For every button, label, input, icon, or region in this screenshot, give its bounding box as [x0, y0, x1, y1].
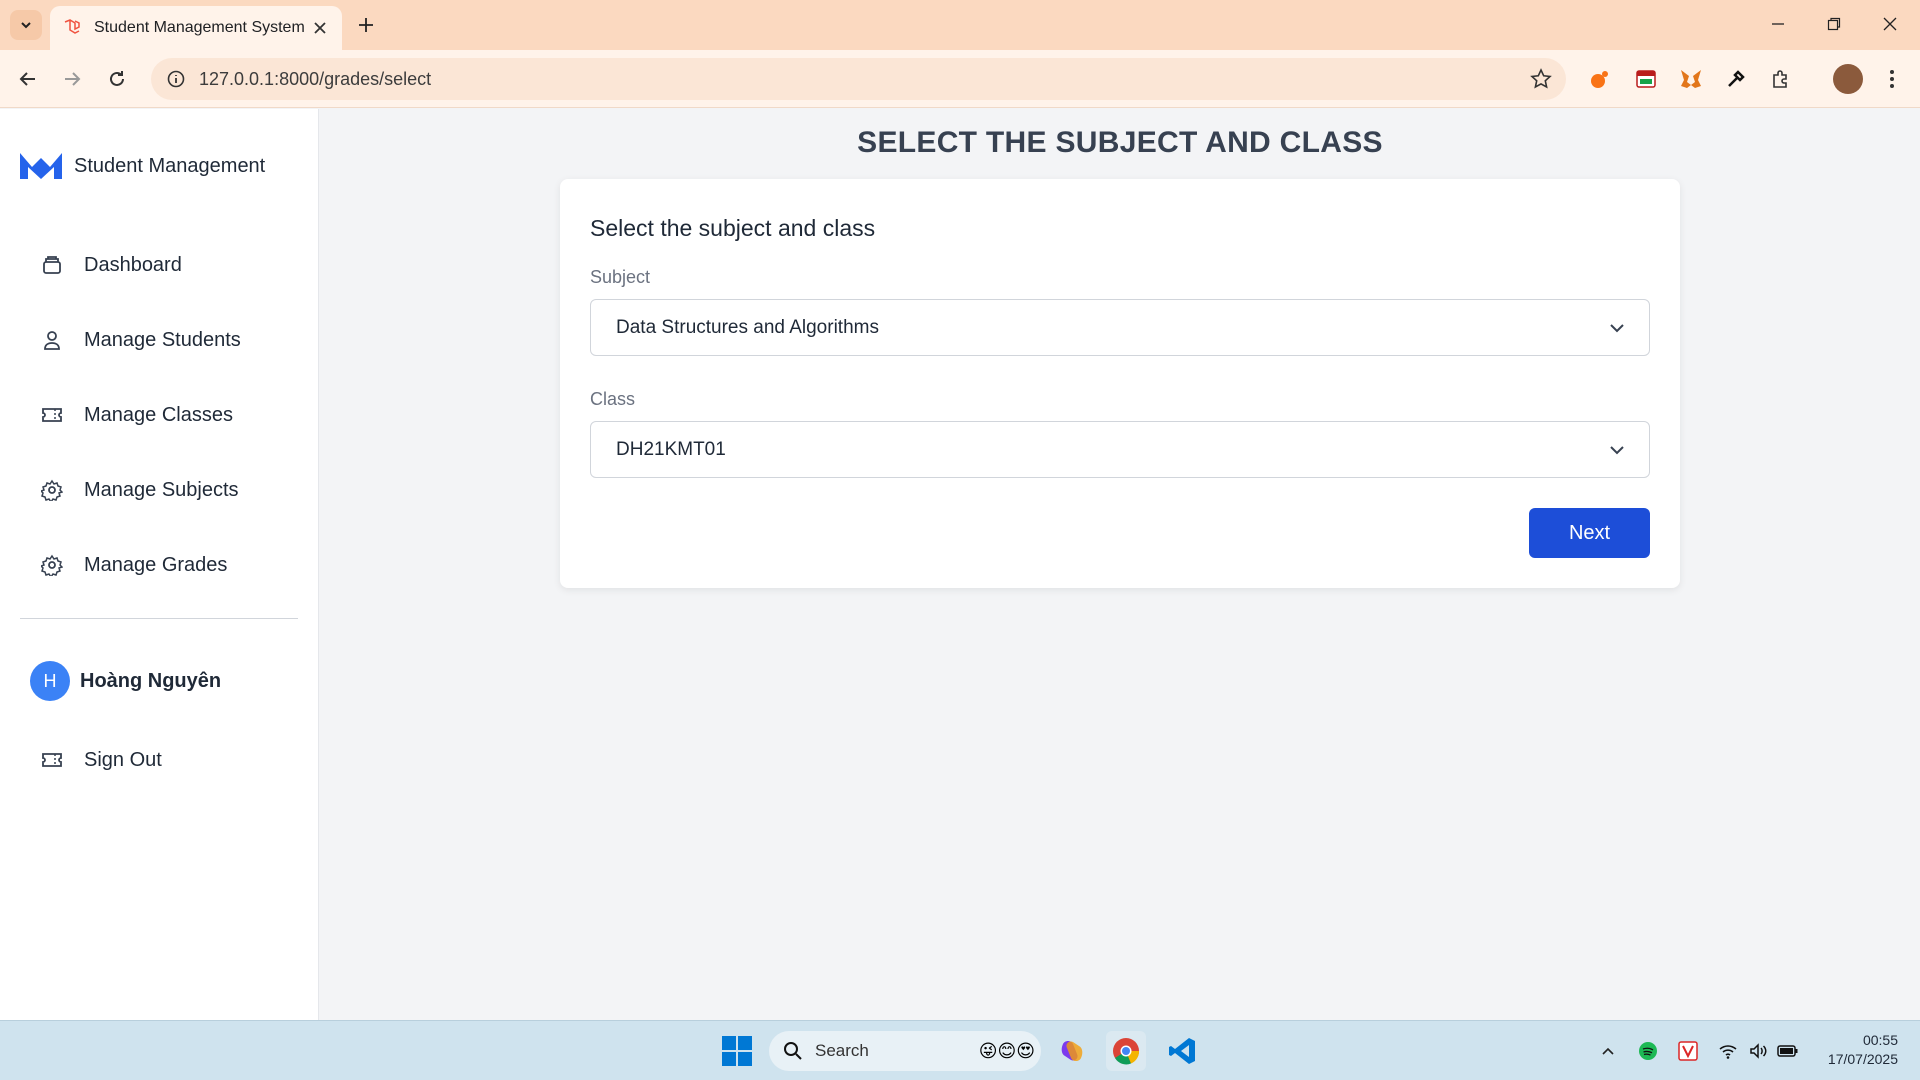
sidebar-item-manage-students[interactable]: Manage Students — [40, 320, 241, 360]
sign-out-label: Sign Out — [84, 748, 162, 771]
select-form-card: Select the subject and class Subject Dat… — [560, 179, 1680, 588]
taskbar-search-label: Search — [815, 1041, 869, 1060]
clock-date: 17/07/2025 — [1827, 1051, 1898, 1067]
next-button[interactable]: Next — [1529, 508, 1650, 558]
tray-overflow-chevron-icon[interactable] — [1596, 1039, 1620, 1063]
browser-menu-icon[interactable] — [1878, 65, 1906, 93]
emoji-decoration-icon: 😜😊😍 — [978, 1040, 1035, 1061]
restore-button[interactable] — [1814, 8, 1854, 40]
dashboard-icon — [40, 253, 64, 277]
taskbar-search[interactable]: Search 😜😊😍 — [769, 1031, 1041, 1071]
close-icon — [1883, 17, 1897, 31]
brand-name: Student Management — [74, 154, 266, 177]
sidebar-item-dashboard[interactable]: Dashboard — [40, 245, 182, 285]
browser-toolbar: 127.0.0.1:8000/grades/select — [0, 50, 1920, 108]
url-text: 127.0.0.1:8000/grades/select — [199, 68, 432, 89]
avatar: H — [30, 661, 70, 701]
forward-button[interactable] — [56, 63, 88, 95]
metamask-fox-icon[interactable] — [1677, 65, 1705, 93]
sidebar-item-manage-subjects[interactable]: Manage Subjects — [40, 470, 239, 510]
minimize-button[interactable] — [1758, 8, 1798, 40]
chevron-down-icon — [1610, 445, 1624, 454]
reload-button[interactable] — [101, 63, 133, 95]
class-selected-value: DH21KMT01 — [616, 438, 726, 460]
ticket-icon — [40, 748, 64, 772]
tab-title: Student Management System — [94, 19, 305, 36]
windows-start-icon[interactable] — [719, 1033, 755, 1069]
battery-icon[interactable] — [1776, 1039, 1800, 1063]
plus-icon — [359, 18, 373, 32]
subject-select[interactable]: Data Structures and Algorithms — [590, 299, 1650, 356]
user-profile[interactable]: H Hoàng Nguyên — [30, 661, 221, 701]
taskbar: Search 😜😊😍 00:55 17/07/2025 — [0, 1020, 1920, 1080]
gear-icon — [40, 553, 64, 577]
sidebar-item-label: Dashboard — [84, 253, 182, 276]
ticket-icon — [40, 403, 64, 427]
spotify-tray-icon[interactable] — [1636, 1039, 1660, 1063]
sidebar-divider — [20, 618, 298, 619]
sign-out-button[interactable]: Sign Out — [40, 740, 162, 780]
user-icon — [40, 328, 64, 352]
vivaldi-tray-icon[interactable] — [1676, 1039, 1700, 1063]
subject-selected-value: Data Structures and Algorithms — [616, 316, 879, 338]
system-clock[interactable]: 00:55 17/07/2025 — [1828, 1031, 1898, 1069]
sidebar-item-label: Manage Subjects — [84, 478, 239, 501]
laravel-favicon-icon — [64, 19, 80, 34]
arrow-left-icon — [19, 72, 35, 86]
gear-icon — [40, 478, 64, 502]
user-name: Hoàng Nguyên — [80, 669, 222, 692]
sidebar-item-label: Manage Classes — [84, 403, 233, 426]
address-bar[interactable]: 127.0.0.1:8000/grades/select — [151, 58, 1566, 100]
volume-icon[interactable] — [1746, 1039, 1770, 1063]
extension-2-icon[interactable] — [1632, 65, 1660, 93]
extension-1-icon[interactable] — [1586, 65, 1614, 93]
browser-tabstrip: Student Management System — [0, 0, 1920, 50]
bookmark-star-icon[interactable] — [1530, 68, 1552, 90]
brand-logo-icon — [20, 153, 62, 179]
chrome-app-icon[interactable] — [1106, 1031, 1146, 1071]
search-icon — [784, 1042, 802, 1060]
site-info-icon[interactable] — [165, 68, 187, 90]
subject-label: Subject — [590, 267, 651, 287]
vscode-app-icon[interactable] — [1162, 1031, 1202, 1071]
sidebar-item-manage-grades[interactable]: Manage Grades — [40, 545, 227, 585]
sidebar: Student Management Dashboard Manage Stud… — [0, 109, 319, 1020]
page-title: SELECT THE SUBJECT AND CLASS — [857, 126, 1383, 159]
sidebar-item-label: Manage Grades — [84, 553, 228, 576]
back-button[interactable] — [12, 63, 44, 95]
card-title: Select the subject and class — [590, 215, 876, 241]
eyedropper-icon[interactable] — [1722, 65, 1750, 93]
profile-avatar-icon[interactable] — [1833, 64, 1863, 94]
minimize-icon — [1772, 23, 1784, 25]
arrow-right-icon — [65, 72, 81, 86]
brand[interactable]: Student Management — [18, 149, 265, 183]
sidebar-item-label: Manage Students — [84, 328, 241, 351]
chevron-down-icon — [1610, 323, 1624, 332]
clock-time: 00:55 — [1862, 1032, 1898, 1048]
sidebar-item-manage-classes[interactable]: Manage Classes — [40, 395, 233, 435]
new-tab-button[interactable] — [352, 11, 380, 39]
browser-tab-active[interactable]: Student Management System — [50, 6, 342, 50]
close-window-button[interactable] — [1870, 8, 1910, 40]
class-label: Class — [590, 389, 636, 409]
restore-icon — [1827, 17, 1841, 31]
close-tab-icon[interactable] — [310, 18, 330, 38]
chevron-down-icon — [21, 22, 31, 29]
tab-search-button[interactable] — [10, 10, 42, 40]
class-select[interactable]: DH21KMT01 — [590, 421, 1650, 478]
wifi-icon[interactable] — [1716, 1039, 1740, 1063]
reload-icon — [110, 71, 124, 86]
copilot-app-icon[interactable] — [1052, 1031, 1092, 1071]
extensions-puzzle-icon[interactable] — [1767, 65, 1795, 93]
